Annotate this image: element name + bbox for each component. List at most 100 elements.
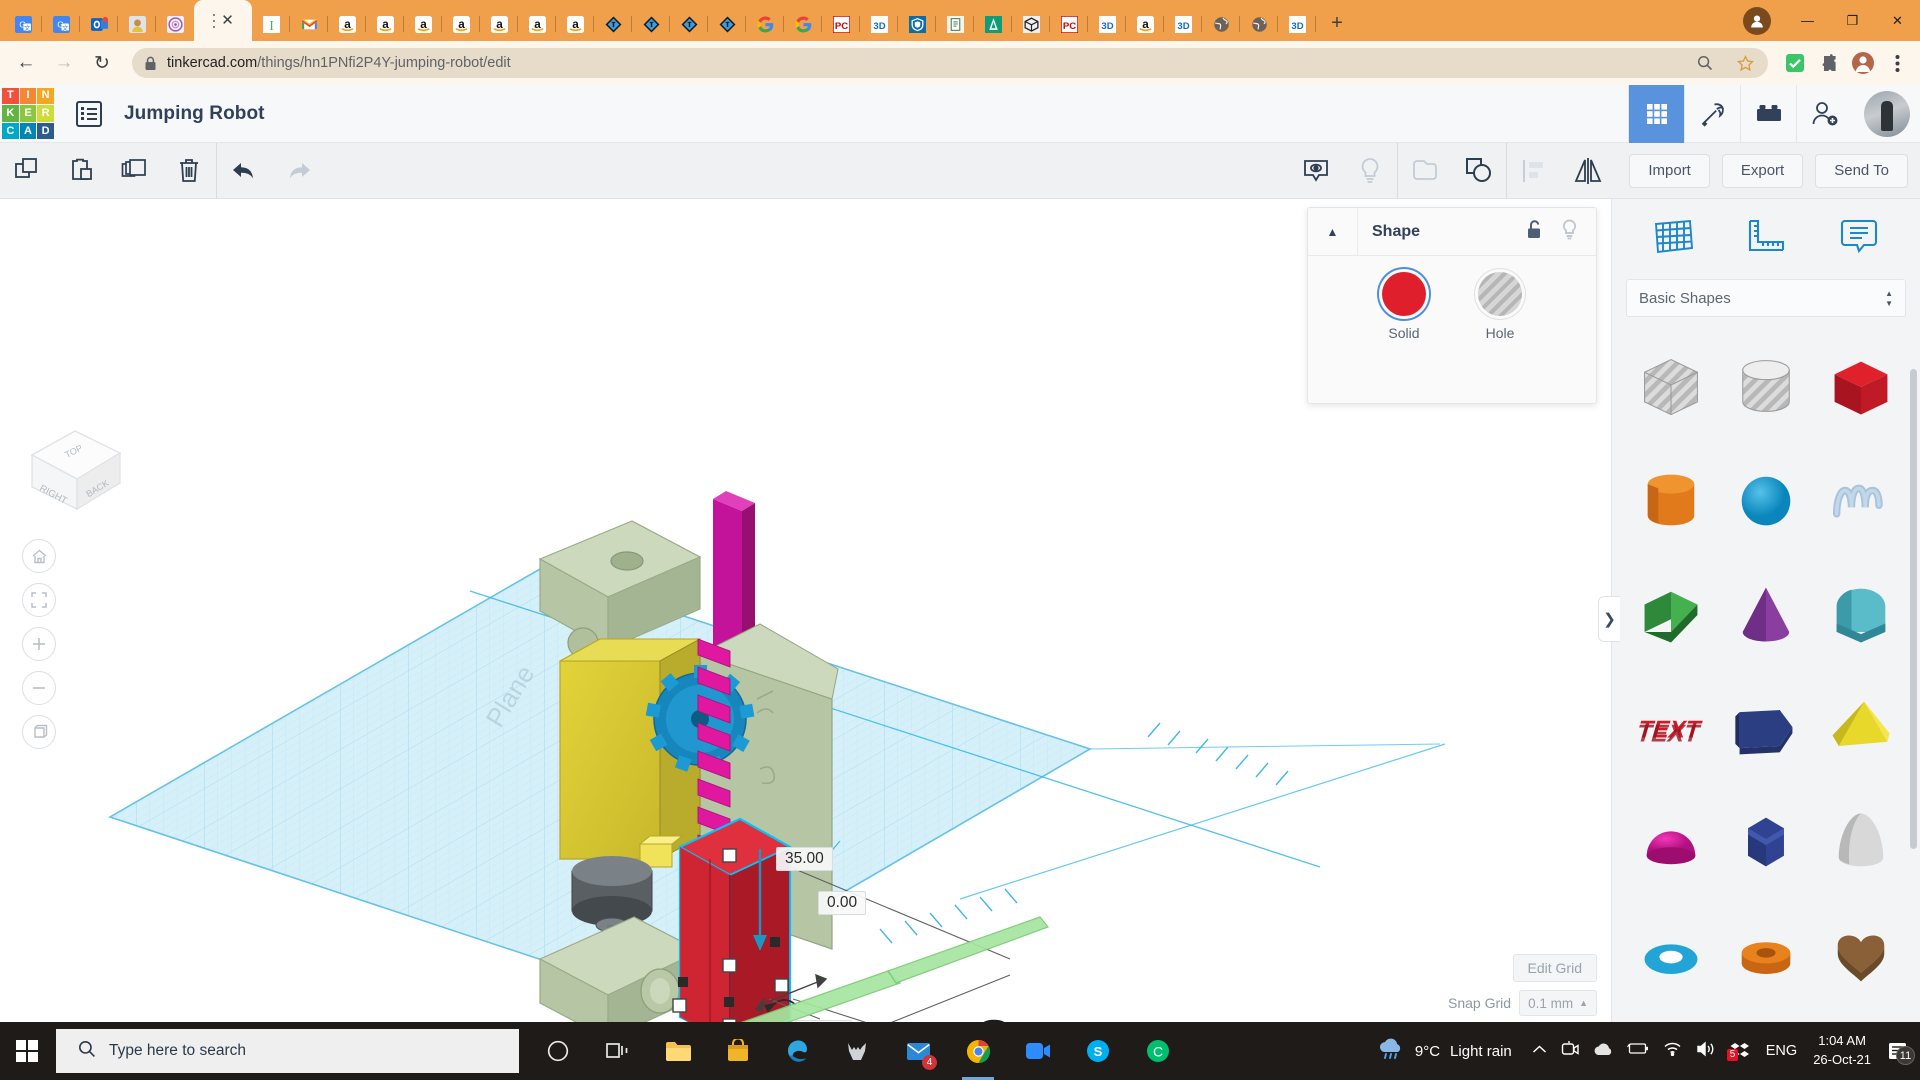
3d-tab-4[interactable]: 3D (1278, 7, 1316, 41)
shape-box[interactable] (1813, 333, 1908, 439)
hole-swatch[interactable] (1478, 272, 1522, 316)
shape-paraboloid[interactable] (1813, 789, 1908, 895)
close-icon[interactable]: ✕ (221, 13, 234, 28)
align-icon[interactable] (1507, 143, 1561, 199)
circular-art-tab[interactable] (156, 7, 194, 41)
back-button[interactable]: ← (10, 47, 42, 79)
amazon-tab-4[interactable]: a (442, 7, 480, 41)
shape-cone[interactable] (1719, 561, 1814, 667)
tab-menu-icon[interactable] (212, 13, 216, 28)
shape-roof[interactable] (1624, 561, 1719, 667)
predator-button[interactable] (835, 1022, 881, 1080)
search-icon[interactable] (1692, 50, 1718, 76)
shape-tube[interactable] (1719, 903, 1814, 1009)
green-tab[interactable] (974, 7, 1012, 41)
shape-sphere[interactable] (1719, 447, 1814, 553)
amazon-tab-2[interactable]: a (366, 7, 404, 41)
camera-icon[interactable] (1561, 1040, 1579, 1062)
window-maximize-button[interactable]: ❐ (1830, 0, 1875, 41)
thingiverse-tab-4[interactable] (708, 7, 746, 41)
pc-tab-2[interactable]: PC (1050, 7, 1088, 41)
collapse-shape-panel-button[interactable]: ▲ (1308, 207, 1358, 256)
delete-button[interactable] (162, 143, 216, 199)
spinner-icon[interactable]: ▲ ▼ (1885, 289, 1893, 307)
ortho-perspective-icon[interactable] (22, 715, 56, 749)
solid-option[interactable]: Solid (1382, 272, 1426, 341)
send-to-button[interactable]: Send To (1815, 153, 1908, 188)
user-avatar[interactable] (1864, 90, 1910, 137)
shape-pyramid[interactable] (1813, 675, 1908, 781)
edge-button[interactable] (775, 1022, 821, 1080)
shape-library-select[interactable]: Basic Shapes ▲ ▼ (1626, 279, 1906, 317)
tab-notes[interactable] (1831, 209, 1887, 265)
file-explorer-button[interactable] (655, 1022, 701, 1080)
edit-grid-button[interactable]: Edit Grid (1512, 954, 1597, 982)
lego-brick-icon[interactable] (1740, 84, 1796, 143)
microsoft-store-button[interactable] (715, 1022, 761, 1080)
dim-z-offset-label[interactable]: 0.00 (818, 891, 867, 915)
pickaxe-icon[interactable] (1684, 84, 1740, 143)
snap-grid-select[interactable]: 0.1 mm ▲ (1519, 990, 1597, 1016)
add-person-icon[interactable] (1796, 84, 1852, 143)
browser-menu-icon[interactable] (1884, 50, 1910, 76)
chevron-up-icon[interactable] (1532, 1042, 1547, 1060)
tinkercad-logo[interactable]: TIN KER CAD (2, 87, 54, 140)
show-hide-icon[interactable] (1289, 143, 1343, 199)
taskbar-search-box[interactable]: Type here to search (56, 1029, 519, 1073)
paste-button[interactable] (54, 143, 108, 199)
amazon-tab-6[interactable]: a (518, 7, 556, 41)
zoom-in-icon[interactable] (22, 627, 56, 661)
grid-view-icon[interactable] (1628, 84, 1684, 143)
shape-half-sphere[interactable] (1624, 789, 1719, 895)
undo-button[interactable] (217, 143, 271, 199)
copy-button[interactable] (0, 143, 54, 199)
amazon-tab-3[interactable]: a (404, 7, 442, 41)
shape-polygon[interactable] (1719, 789, 1814, 895)
solid-color-swatch[interactable] (1382, 272, 1426, 316)
mail-button[interactable]: 4 (895, 1022, 941, 1080)
photo-tab[interactable] (118, 7, 156, 41)
task-view-button[interactable] (595, 1022, 641, 1080)
bookmark-star-icon[interactable] (1732, 50, 1758, 76)
shape-heart[interactable] (1813, 903, 1908, 1009)
pc-tab-1[interactable]: PC (822, 7, 860, 41)
doc-tab[interactable] (936, 7, 974, 41)
wifi-icon[interactable] (1663, 1041, 1682, 1061)
google-translate-tab-2[interactable]: G文 (42, 7, 80, 41)
chrome-button[interactable] (955, 1022, 1001, 1080)
group-icon[interactable] (1398, 143, 1452, 199)
tinkercad-tab[interactable]: ✕ (194, 0, 252, 41)
view-cube[interactable]: TOP RIGHT BACK (20, 421, 130, 516)
shape-torus[interactable] (1624, 903, 1719, 1009)
language-indicator[interactable]: ENG (1766, 1043, 1797, 1059)
battery-icon[interactable] (1626, 1042, 1649, 1060)
google-translate-tab[interactable]: G文 (4, 7, 42, 41)
export-button[interactable]: Export (1721, 153, 1804, 188)
new-tab-button[interactable]: + (1322, 8, 1352, 38)
amazon-tab-1[interactable]: a (328, 7, 366, 41)
zoom-out-icon[interactable] (22, 671, 56, 705)
cisco-webex-button[interactable]: C (1135, 1022, 1181, 1080)
zoom-button[interactable] (1015, 1022, 1061, 1080)
outlook-tab[interactable] (80, 7, 118, 41)
duplicate-button[interactable] (108, 143, 162, 199)
window-close-button[interactable]: ✕ (1875, 0, 1920, 41)
extension-check-icon[interactable] (1782, 50, 1808, 76)
instructables-tab[interactable]: I (252, 7, 290, 41)
action-center-button[interactable]: 11 (1887, 1041, 1915, 1065)
shape-round-roof[interactable] (1813, 561, 1908, 667)
google-search-tab-2[interactable] (784, 7, 822, 41)
start-button[interactable] (0, 1022, 54, 1080)
browser-account-icon[interactable] (1850, 50, 1876, 76)
collapse-panel-button[interactable]: ❯ (1598, 596, 1620, 642)
cloud-icon[interactable] (1593, 1041, 1613, 1061)
browser-profile-avatar[interactable] (1743, 6, 1771, 35)
thingiverse-tab-3[interactable] (670, 7, 708, 41)
cortana-button[interactable] (535, 1022, 581, 1080)
ungroup-icon[interactable] (1452, 143, 1506, 199)
lightbulb-icon[interactable] (1343, 143, 1397, 199)
3d-tab-1[interactable]: 3D (860, 7, 898, 41)
shape-box-hole[interactable] (1624, 333, 1719, 439)
globe-tab-2[interactable] (1240, 7, 1278, 41)
3d-tab-3[interactable]: 3D (1164, 7, 1202, 41)
